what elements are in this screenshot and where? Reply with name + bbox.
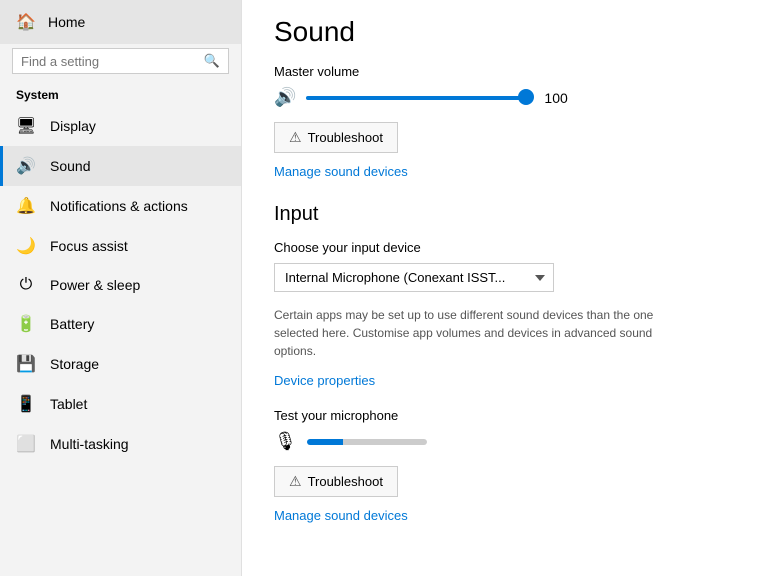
sidebar-item-focus[interactable]: 🌙 Focus assist bbox=[0, 226, 241, 266]
search-input[interactable] bbox=[21, 54, 198, 69]
manage-sound-devices-link-2[interactable]: Manage sound devices bbox=[274, 508, 408, 523]
sidebar-item-label: Multi-tasking bbox=[50, 436, 129, 452]
troubleshoot-button-2[interactable]: ⚠ Troubleshoot bbox=[274, 466, 398, 497]
system-label: System bbox=[0, 82, 241, 106]
warning-icon: ⚠ bbox=[289, 129, 302, 146]
sidebar-item-label: Notifications & actions bbox=[50, 198, 188, 214]
sidebar-item-multitasking[interactable]: ⬜ Multi-tasking bbox=[0, 424, 241, 464]
device-properties-link[interactable]: Device properties bbox=[274, 373, 375, 388]
home-label: Home bbox=[48, 14, 85, 30]
manage-sound-devices-link[interactable]: Manage sound devices bbox=[274, 164, 408, 179]
mic-row: 🎙 bbox=[274, 431, 736, 452]
battery-icon: 🔋 bbox=[16, 314, 36, 334]
storage-icon: 💾 bbox=[16, 354, 36, 374]
sidebar-item-notifications[interactable]: 🔔 Notifications & actions bbox=[0, 186, 241, 226]
tablet-icon: 📱 bbox=[16, 394, 36, 414]
sidebar-item-power[interactable]: ⏻ Power & sleep bbox=[0, 266, 241, 304]
sidebar-item-storage[interactable]: 💾 Storage bbox=[0, 344, 241, 384]
display-icon: 🖥 bbox=[16, 116, 36, 136]
volume-value: 100 bbox=[544, 90, 567, 106]
multitasking-icon: ⬜ bbox=[16, 434, 36, 454]
sidebar-item-label: Power & sleep bbox=[50, 277, 140, 293]
sidebar-item-sound[interactable]: 🔊 Sound bbox=[0, 146, 241, 186]
warning-icon-2: ⚠ bbox=[289, 473, 302, 490]
troubleshoot-label-2: Troubleshoot bbox=[308, 474, 383, 489]
volume-slider-track bbox=[306, 96, 526, 100]
main-content: Sound Master volume 🔊 100 ⚠ Troubleshoot… bbox=[242, 0, 768, 576]
test-mic-label: Test your microphone bbox=[274, 408, 736, 423]
hint-text: Certain apps may be set up to use differ… bbox=[274, 306, 694, 360]
speaker-icon: 🔊 bbox=[274, 87, 296, 108]
sidebar-item-tablet[interactable]: 📱 Tablet bbox=[0, 384, 241, 424]
sidebar-item-label: Tablet bbox=[50, 396, 87, 412]
input-device-dropdown-row: Internal Microphone (Conexant ISST... bbox=[274, 263, 736, 292]
sidebar-item-label: Storage bbox=[50, 356, 99, 372]
troubleshoot-label: Troubleshoot bbox=[308, 130, 383, 145]
volume-row: 🔊 100 bbox=[274, 87, 736, 108]
input-device-select[interactable]: Internal Microphone (Conexant ISST... bbox=[274, 263, 554, 292]
power-icon: ⏻ bbox=[16, 276, 36, 294]
sidebar-item-label: Focus assist bbox=[50, 238, 128, 254]
microphone-icon: 🎙 bbox=[274, 431, 297, 452]
mic-level-bar bbox=[307, 439, 427, 445]
troubleshoot-button[interactable]: ⚠ Troubleshoot bbox=[274, 122, 398, 153]
sidebar-item-battery[interactable]: 🔋 Battery bbox=[0, 304, 241, 344]
input-section-title: Input bbox=[274, 203, 736, 226]
focus-icon: 🌙 bbox=[16, 236, 36, 256]
sidebar: 🏠 Home 🔍 System 🖥 Display 🔊 Sound 🔔 Noti… bbox=[0, 0, 242, 576]
sidebar-item-label: Battery bbox=[50, 316, 94, 332]
notifications-icon: 🔔 bbox=[16, 196, 36, 216]
sound-icon: 🔊 bbox=[16, 156, 36, 176]
home-icon: 🏠 bbox=[16, 12, 36, 32]
master-volume-label: Master volume bbox=[274, 64, 736, 79]
sidebar-item-label: Display bbox=[50, 118, 96, 134]
search-box[interactable]: 🔍 bbox=[12, 48, 229, 74]
sidebar-item-home[interactable]: 🏠 Home bbox=[0, 0, 241, 44]
page-title: Sound bbox=[274, 16, 736, 48]
search-icon: 🔍 bbox=[204, 53, 220, 69]
input-device-label: Choose your input device bbox=[274, 240, 736, 255]
sidebar-item-display[interactable]: 🖥 Display bbox=[0, 106, 241, 146]
volume-slider-thumb[interactable] bbox=[518, 89, 534, 105]
sidebar-item-label: Sound bbox=[50, 158, 90, 174]
